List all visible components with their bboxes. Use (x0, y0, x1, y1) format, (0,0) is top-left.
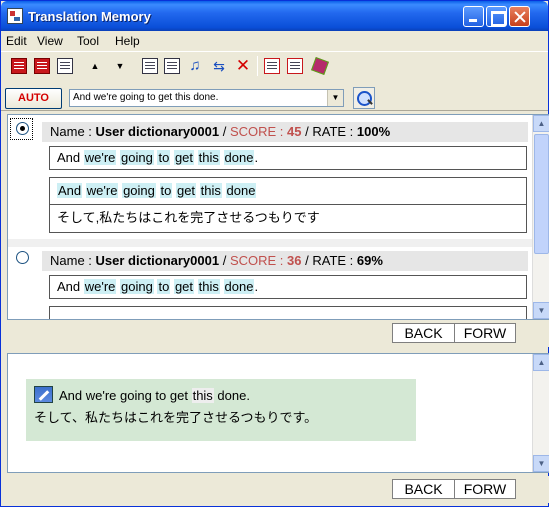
search-icon[interactable] (353, 87, 375, 109)
scroll-up-icon[interactable]: ▲ (533, 354, 549, 371)
name-label: Name : (50, 124, 96, 139)
pair-source: And we're going to get this done (50, 178, 526, 205)
menu-tool[interactable]: Tool (77, 34, 99, 48)
toolbar-separator (257, 56, 258, 76)
back-button[interactable]: BACK (392, 479, 455, 499)
table-icon[interactable] (57, 58, 73, 74)
form-icon[interactable] (164, 58, 180, 74)
search-input[interactable]: And we're going to get this done. (73, 92, 218, 103)
results-panel: Name : User dictionary0001 / SCORE : 45 … (7, 114, 549, 320)
name-label: Name : (50, 253, 96, 268)
window-title: Translation Memory (28, 9, 151, 24)
results-nav-bar: BACK FORW (7, 320, 549, 347)
search-combo[interactable]: And we're going to get this done. ▼ (69, 89, 344, 107)
menu-help[interactable]: Help (115, 34, 140, 48)
entry-separator (8, 239, 532, 247)
red-grid-icon[interactable] (34, 58, 50, 74)
list-icon[interactable] (142, 58, 158, 74)
toolbar: ▲ ▼ ♫ ⇆ ✕ (1, 51, 548, 81)
forward-button[interactable]: FORW (454, 479, 516, 499)
search-row: AUTO And we're going to get this done. ▼ (1, 83, 548, 111)
pencil-icon[interactable] (34, 386, 53, 403)
grid-icon[interactable] (287, 58, 303, 74)
window-icon[interactable] (264, 58, 280, 74)
scroll-down-icon[interactable]: ▼ (533, 455, 549, 472)
score-label: SCORE : (229, 253, 288, 268)
red-grid-icon[interactable] (11, 58, 27, 74)
translation-memory-window: Translation Memory Edit View Tool Help ▲… (0, 0, 549, 507)
score-value: 45 (287, 124, 302, 139)
translation-pair[interactable]: And we're going to get this done そして,私たち… (49, 177, 527, 233)
back-button[interactable]: BACK (392, 323, 455, 343)
close-button[interactable] (509, 6, 530, 27)
rate-label: RATE : (312, 253, 357, 268)
menu-bar: Edit View Tool Help (1, 31, 548, 51)
music-note-icon[interactable]: ♫ (187, 58, 203, 74)
preview-box: And we're going to get this done. そして、私た… (26, 379, 416, 441)
minimize-button[interactable] (463, 6, 484, 27)
down-arrow-icon[interactable]: ▼ (112, 58, 128, 74)
rate-value: 69% (356, 253, 383, 268)
scroll-up-icon[interactable]: ▲ (533, 115, 549, 132)
book-icon[interactable] (311, 57, 329, 75)
radio-unselected[interactable] (16, 251, 29, 264)
app-icon (7, 8, 23, 24)
preview-target: そして、私たちはこれを完了させるつもりです。 (34, 410, 318, 425)
scroll-down-icon[interactable]: ▼ (533, 302, 549, 319)
score-label: SCORE : (229, 124, 288, 139)
radio-selected[interactable] (16, 122, 29, 135)
preview-nav-bar: BACK FORW (7, 476, 549, 503)
entry-header: Name : User dictionary0001 / SCORE : 36 … (42, 251, 528, 271)
dictionary-name: User dictionary0001 (95, 253, 220, 268)
results-scrollbar[interactable]: ▲ ▼ (532, 115, 549, 319)
preview-scrollbar[interactable]: ▲ ▼ (532, 354, 549, 472)
maximize-button[interactable] (486, 6, 507, 27)
scroll-thumb[interactable] (534, 134, 549, 254)
entry-header: Name : User dictionary0001 / SCORE : 45 … (42, 122, 528, 142)
rate-value: 100% (356, 124, 391, 139)
chevron-down-icon[interactable]: ▼ (327, 90, 343, 106)
preview-source: And we're going to get this done. (34, 385, 408, 407)
translation-pair-partial[interactable] (49, 306, 527, 319)
pair-target: そして,私たちはこれを完了させるつもりです (57, 210, 320, 225)
auto-button[interactable]: AUTO (5, 88, 62, 109)
source-line: And we're going to get this done. (49, 275, 527, 299)
menu-edit[interactable]: Edit (6, 34, 27, 48)
preview-panel: And we're going to get this done. そして、私た… (7, 353, 549, 473)
source-line: And we're going to get this done. (49, 146, 527, 170)
score-value: 36 (287, 253, 302, 268)
title-bar[interactable]: Translation Memory (1, 1, 548, 31)
rate-label: RATE : (312, 124, 357, 139)
menu-view[interactable]: View (37, 34, 63, 48)
delete-icon[interactable]: ✕ (235, 57, 251, 74)
replace-icon[interactable]: ⇆ (211, 58, 227, 74)
forward-button[interactable]: FORW (454, 323, 516, 343)
dictionary-name: User dictionary0001 (95, 124, 220, 139)
up-arrow-icon[interactable]: ▲ (87, 58, 103, 74)
